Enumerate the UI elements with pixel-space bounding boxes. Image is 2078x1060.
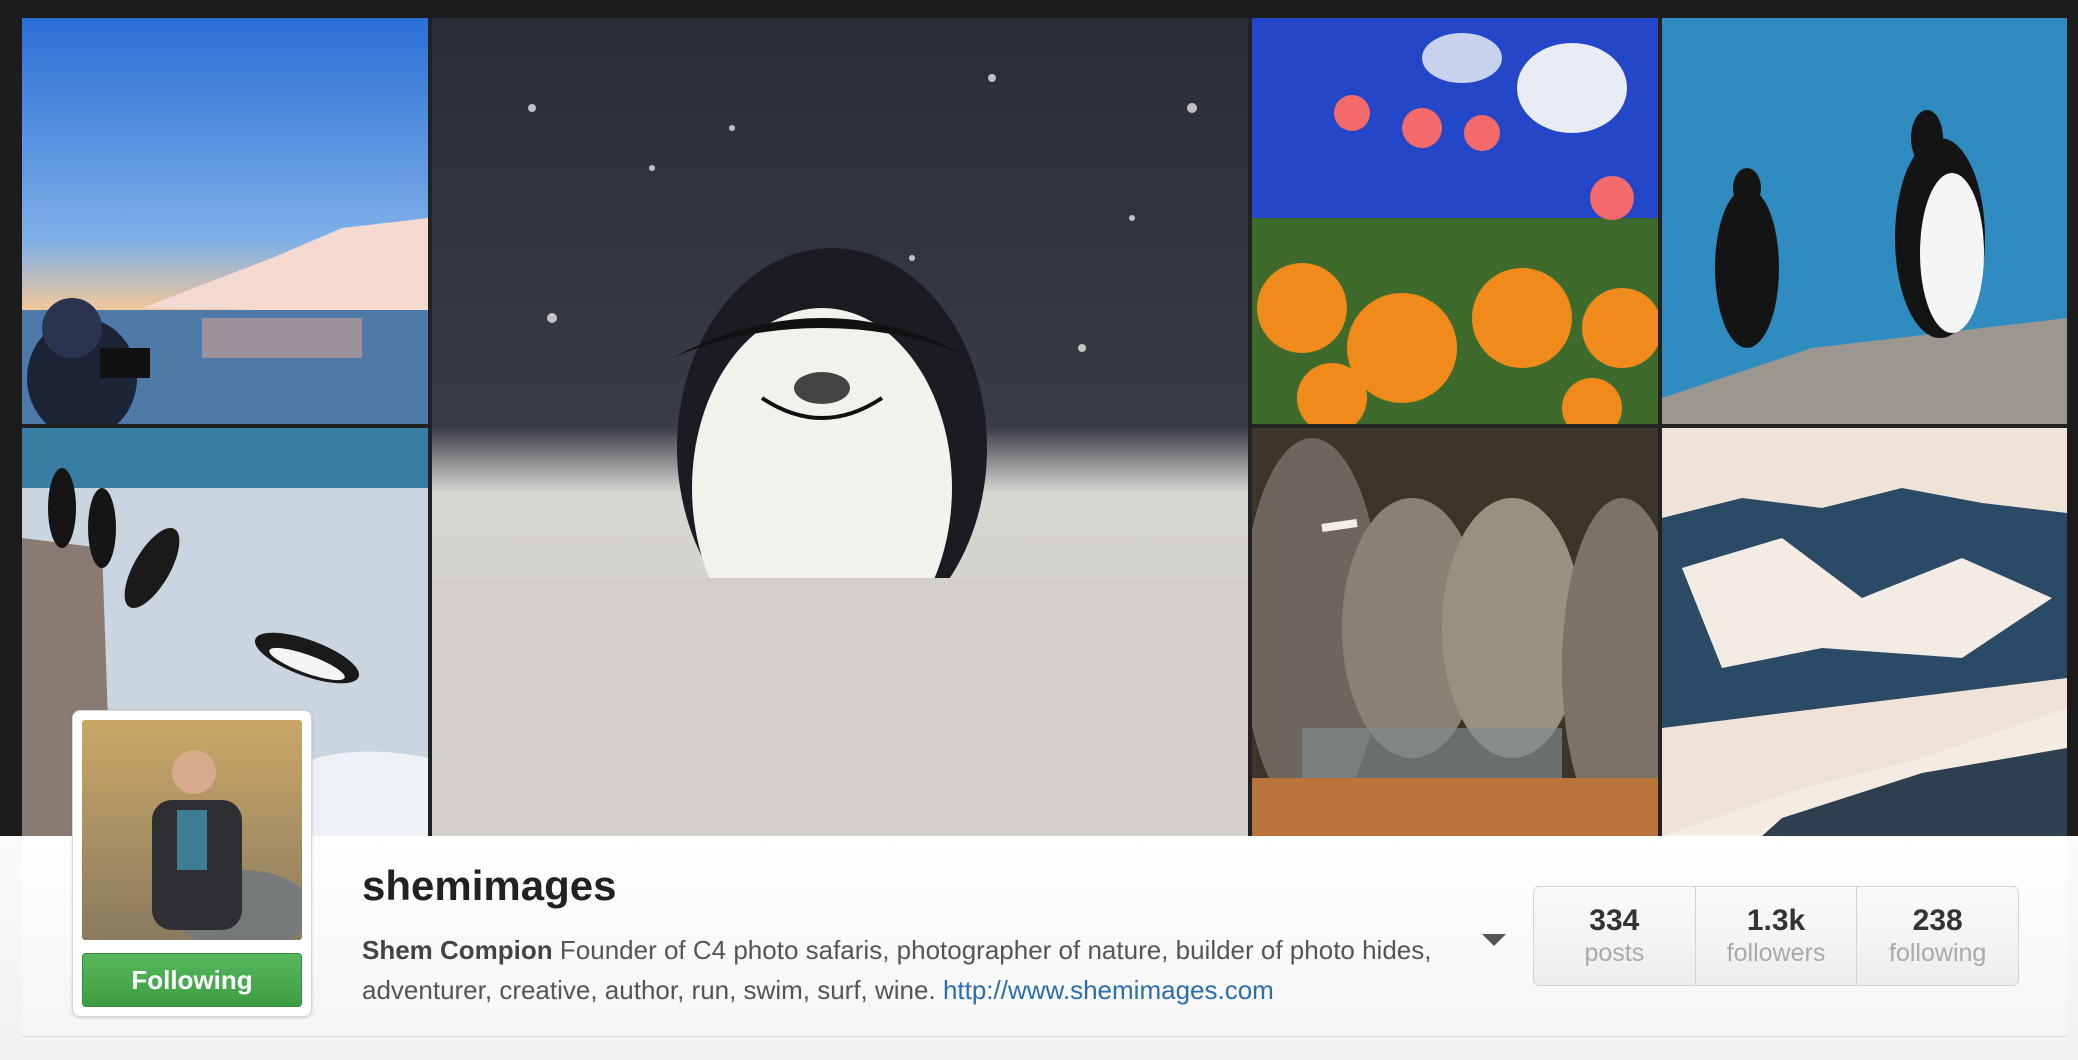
chevron-down-icon[interactable] [1482, 934, 1506, 946]
stat-label: followers [1726, 939, 1826, 967]
profile-website-link[interactable]: http://www.shemimages.com [943, 975, 1274, 1005]
stat-label: posts [1584, 939, 1645, 967]
avatar[interactable] [82, 720, 302, 940]
photo-tile-photographer[interactable] [22, 18, 428, 424]
stat-value: 334 [1589, 904, 1640, 937]
profile-username: shemimages [362, 862, 617, 909]
stat-followers[interactable]: 1.3k followers [1694, 887, 1857, 985]
profile-stats: 334 posts 1.3k followers 238 following [1533, 886, 2019, 986]
stat-value: 238 [1912, 904, 1963, 937]
photo-tile-gentoo-penguins[interactable] [1662, 18, 2067, 424]
profile-display-name: Shem Compion [362, 935, 553, 965]
photo-tile-chinstrap-penguin[interactable] [432, 18, 1248, 836]
stat-posts[interactable]: 334 posts [1534, 887, 1695, 985]
stat-value: 1.3k [1746, 904, 1806, 937]
photo-grid [22, 18, 2067, 836]
photo-tile-elephants[interactable] [1252, 428, 1658, 836]
photo-tile-protea-flowers[interactable] [1252, 18, 1658, 424]
avatar-card: Following [72, 710, 312, 1017]
stat-label: following [1889, 939, 1987, 967]
photo-tile-snowy-mountains[interactable] [1662, 428, 2067, 836]
stat-following[interactable]: 238 following [1856, 887, 2018, 985]
following-button[interactable]: Following [82, 953, 302, 1007]
profile-bio: Shem Compion Founder of C4 photo safaris… [362, 930, 1442, 1010]
